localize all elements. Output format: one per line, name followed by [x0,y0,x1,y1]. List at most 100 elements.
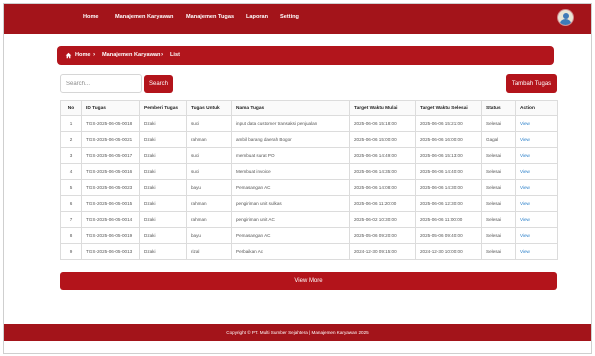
cell-target-mulai: 2025-06-06 15:00:00 [349,131,416,148]
cell-pemberi-tugas: Dzaki [139,243,187,260]
cell-id-tugas: TGS-2025-06-05-0013 [81,243,140,260]
action-cell: View [515,163,558,180]
cell-tugas-untuk: bayu [186,227,232,244]
cell-nama-tugas: membuat surat PO [231,147,350,164]
cell-nama-tugas: ambil barang daerah Bogor [231,131,350,148]
cell-pemberi-tugas: Dzaki [139,131,187,148]
action-cell: View [515,243,558,260]
cell-status: Gagal [481,131,516,148]
cell-target-selesai: 2025-06-06 11:00:00 [415,211,482,228]
table-header-row: No ID Tugas Pemberi Tugas Tugas Untuk Na… [60,100,558,116]
view-link[interactable]: View [520,249,530,254]
cell-nama-tugas: Pemasangan AC [231,227,350,244]
nav-setting[interactable]: Setting [280,14,299,20]
cell-tugas-untuk: rizal [186,243,232,260]
cell-target-selesai: 2025-06-06 15:13:00 [415,147,482,164]
view-link[interactable]: View [520,185,530,190]
cell-target-mulai: 2025-06-06 14:49:00 [349,147,416,164]
cell-pemberi-tugas: Dzaki [139,179,187,196]
avatar-head-shape [562,12,569,19]
table-row: 7 TGS-2025-06-05-0014 Dzaki rahman pengirima… [60,211,558,228]
cell-target-selesai: 2024-12-30 10:00:00 [415,243,482,260]
view-link[interactable]: View [520,169,530,174]
cell-target-selesai: 2025-06-06 14:30:00 [415,179,482,196]
cell-status: Selesai [481,227,516,244]
search-button[interactable]: Search [144,75,173,93]
cell-status: Selesai [481,195,516,212]
task-table: No ID Tugas Pemberi Tugas Tugas Untuk Na… [60,100,558,260]
nav-manajemen-karyawan[interactable]: Manajemen Karyawan [115,14,173,20]
cell-target-mulai: 2025-06-02 10:30:00 [349,211,416,228]
cell-pemberi-tugas: Dzaki [139,211,187,228]
breadcrumb-section[interactable]: Manajemen Karyawan [102,52,160,58]
view-link[interactable]: View [520,153,530,158]
cell-no: 7 [60,211,82,228]
add-task-button[interactable]: Tambah Tugas [506,74,557,93]
cell-pemberi-tugas: Dzaki [139,115,187,132]
cell-id-tugas: TGS-2025-06-05-0019 [81,227,140,244]
nav-laporan[interactable]: Laporan [246,14,268,20]
table-row: 3 TGS-2025-06-05-0017 Dzaki suci membuat sur… [60,147,558,164]
cell-target-selesai: 2025-06-06 14:40:00 [415,163,482,180]
cell-tugas-untuk: rahman [186,195,232,212]
cell-pemberi-tugas: Dzaki [139,147,187,164]
cell-tugas-untuk: suci [186,147,232,164]
header-tugas-untuk: Tugas Untuk [186,100,232,116]
cell-target-selesai: 2025-05-06 09:40:00 [415,227,482,244]
cell-status: Selesai [481,115,516,132]
home-icon[interactable] [65,52,72,59]
action-cell: View [515,147,558,164]
cell-no: 4 [60,163,82,180]
breadcrumb-home[interactable]: Home [75,52,91,58]
table-row: 9 TGS-2025-06-05-0013 Dzaki rizal Perbaikan … [60,243,558,260]
cell-nama-tugas: Membuat invoice [231,163,350,180]
cell-target-selesai: 2025-06-06 12:30:00 [415,195,482,212]
table-row: 1 TGS-2025-06-05-0018 Dzaki suci input data … [60,115,558,132]
header-pemberi-tugas: Pemberi Tugas [139,100,187,116]
cell-nama-tugas: pengiriman unit sulkas [231,195,350,212]
nav-home[interactable]: Home [83,14,99,20]
cell-status: Selesai [481,243,516,260]
search-input[interactable] [60,74,142,93]
view-link[interactable]: View [520,137,530,142]
table-row: 2 TGS-2025-06-05-0021 Dzaki rahman ambil bar… [60,131,558,148]
cell-id-tugas: TGS-2025-06-05-0023 [81,179,140,196]
view-link[interactable]: View [520,201,530,206]
chevron-right-icon: › [161,51,164,58]
cell-status: Selesai [481,179,516,196]
cell-target-mulai: 2025-06-06 14:35:00 [349,163,416,180]
cell-nama-tugas: Pemasangan AC [231,179,350,196]
cell-no: 6 [60,195,82,212]
view-link[interactable]: View [520,233,530,238]
task-table-container: No ID Tugas Pemberi Tugas Tugas Untuk Na… [60,100,558,260]
user-avatar[interactable] [558,10,573,25]
action-cell: View [515,195,558,212]
cell-target-mulai: 2025-06-06 11:20:00 [349,195,416,212]
nav-manajemen-tugas[interactable]: Manajemen Tugas [186,14,234,20]
breadcrumb-current: List [170,52,180,58]
cell-nama-tugas: Perbaikan Ac [231,243,350,260]
cell-id-tugas: TGS-2025-06-05-0018 [81,115,140,132]
top-navbar: Home Manajemen Karyawan Manajemen Tugas … [4,4,591,34]
cell-pemberi-tugas: Dzaki [139,227,187,244]
cell-no: 1 [60,115,82,132]
cell-no: 8 [60,227,82,244]
cell-id-tugas: TGS-2025-06-05-0016 [81,163,140,180]
view-link[interactable]: View [520,121,530,126]
action-cell: View [515,227,558,244]
header-id-tugas: ID Tugas [81,100,140,116]
cell-target-selesai: 2025-06-06 15:21:00 [415,115,482,132]
view-more-button[interactable]: View More [60,272,557,290]
cell-tugas-untuk: rahman [186,131,232,148]
cell-no: 9 [60,243,82,260]
cell-no: 3 [60,147,82,164]
chevron-right-icon: › [93,51,96,58]
cell-tugas-untuk: rahman [186,211,232,228]
cell-status: Selesai [481,163,516,180]
action-cell: View [515,211,558,228]
cell-tugas-untuk: suci [186,115,232,132]
table-row: 6 TGS-2025-06-05-0015 Dzaki rahman pengirima… [60,195,558,212]
header-target-waktu-mulai: Target Waktu Mulai [349,100,416,116]
view-link[interactable]: View [520,217,530,222]
cell-id-tugas: TGS-2025-06-05-0021 [81,131,140,148]
